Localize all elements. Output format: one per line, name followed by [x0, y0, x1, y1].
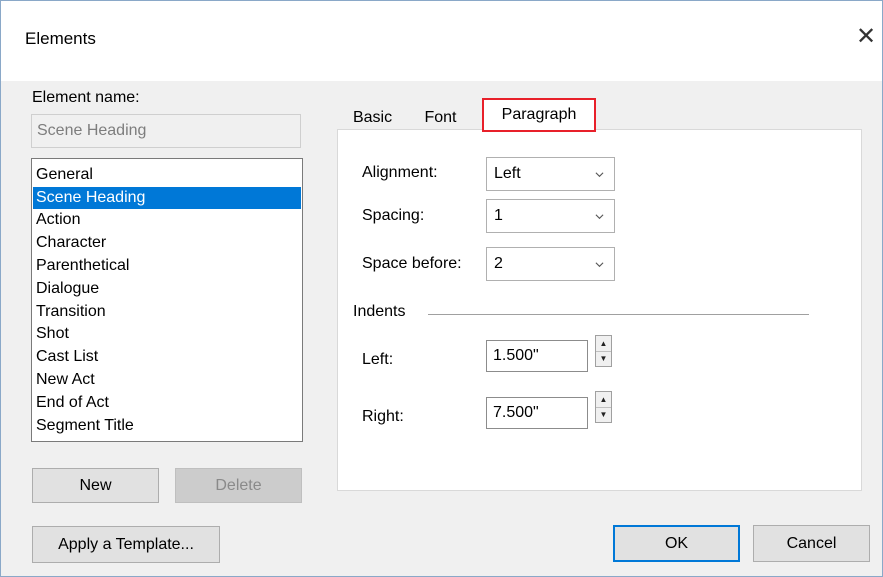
list-item-selected[interactable]: Scene Heading — [33, 187, 301, 209]
list-item[interactable]: Shot — [33, 323, 301, 345]
space-before-label: Space before: — [362, 255, 462, 272]
spin-down-icon[interactable]: ▼ — [596, 407, 611, 422]
ok-button[interactable]: OK — [613, 525, 740, 562]
space-before-value: 2 — [494, 255, 503, 272]
space-before-dropdown[interactable]: 2 — [486, 247, 615, 281]
list-item[interactable]: General — [33, 164, 301, 186]
list-item[interactable]: Cast List — [33, 346, 301, 368]
alignment-value: Left — [494, 165, 521, 182]
tab-paragraph[interactable]: Paragraph — [482, 98, 596, 132]
list-item[interactable]: End of Act — [33, 392, 301, 414]
new-button[interactable]: New — [32, 468, 159, 503]
right-indent-label: Right: — [362, 408, 404, 425]
close-icon[interactable]: ✕ — [849, 21, 883, 53]
list-item[interactable]: Dialogue — [33, 278, 301, 300]
list-item[interactable]: Action — [33, 209, 301, 231]
left-indent-label: Left: — [362, 351, 394, 368]
list-item[interactable]: Segment Title — [33, 415, 301, 437]
list-item[interactable]: Parenthetical — [33, 255, 301, 277]
chevron-down-icon — [595, 262, 604, 268]
element-name-label: Element name: — [32, 89, 140, 106]
element-name-field[interactable]: Scene Heading — [31, 114, 301, 148]
elements-dialog: Elements ✕ Element name: Scene Heading G… — [0, 0, 883, 577]
chevron-down-icon — [595, 214, 604, 220]
spin-down-icon[interactable]: ▼ — [596, 351, 611, 366]
alignment-dropdown[interactable]: Left — [486, 157, 615, 191]
alignment-label: Alignment: — [362, 164, 438, 181]
spin-up-icon[interactable]: ▲ — [596, 392, 611, 408]
title-bar: Elements ✕ — [1, 1, 882, 81]
dialog-title: Elements — [25, 29, 96, 48]
elements-listbox[interactable]: General Scene Heading Action Character P… — [31, 158, 303, 442]
chevron-down-icon — [595, 172, 604, 178]
indents-divider — [428, 314, 809, 315]
spacing-value: 1 — [494, 207, 503, 224]
right-indent-spinner[interactable]: ▲ ▼ — [595, 391, 612, 423]
list-item[interactable]: Character — [33, 232, 301, 254]
spin-up-icon[interactable]: ▲ — [596, 336, 611, 352]
delete-button[interactable]: Delete — [175, 468, 302, 503]
apply-template-button[interactable]: Apply a Template... — [32, 526, 220, 563]
indents-label: Indents — [353, 303, 406, 320]
spacing-label: Spacing: — [362, 207, 425, 224]
cancel-button[interactable]: Cancel — [753, 525, 870, 562]
spacing-dropdown[interactable]: 1 — [486, 199, 615, 233]
right-indent-input[interactable]: 7.500" — [486, 397, 588, 429]
tab-basic[interactable]: Basic — [340, 104, 405, 132]
left-indent-input[interactable]: 1.500" — [486, 340, 588, 372]
left-indent-spinner[interactable]: ▲ ▼ — [595, 335, 612, 367]
list-item[interactable]: Transition — [33, 301, 301, 323]
list-item[interactable]: New Act — [33, 369, 301, 391]
tab-font[interactable]: Font — [414, 104, 467, 132]
